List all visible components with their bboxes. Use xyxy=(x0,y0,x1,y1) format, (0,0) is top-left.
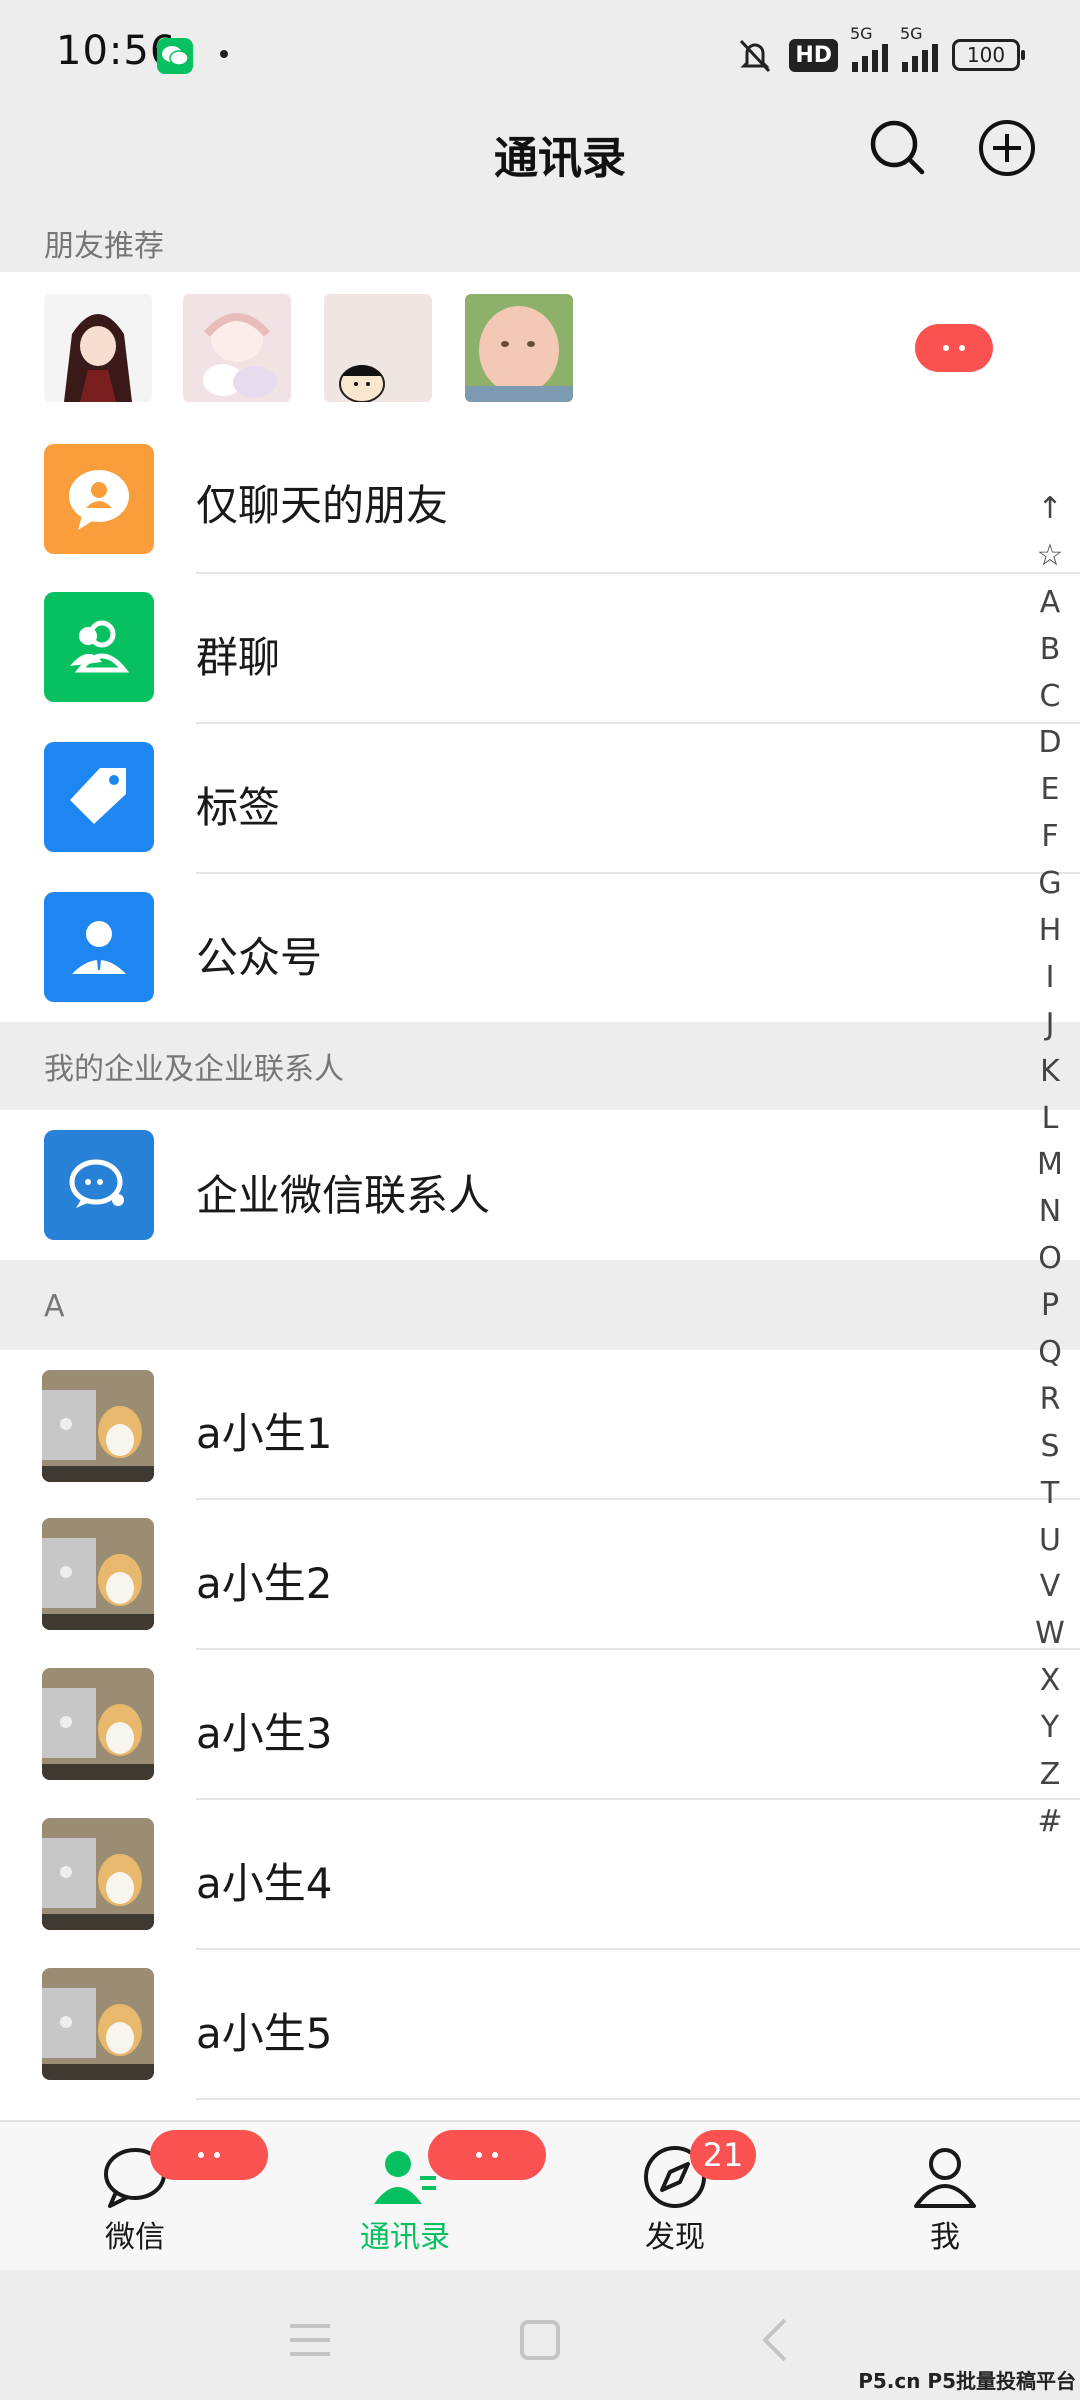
index-letter[interactable]: T xyxy=(1030,1471,1070,1518)
index-letter[interactable]: V xyxy=(1030,1564,1070,1611)
contact-row[interactable]: a小生4 xyxy=(0,1800,1080,1950)
index-letter[interactable]: Z xyxy=(1030,1752,1070,1799)
unread-badge xyxy=(150,2130,268,2180)
index-letter[interactable]: R xyxy=(1030,1377,1070,1424)
index-letter[interactable]: A xyxy=(1030,580,1070,627)
contact-avatar xyxy=(42,1818,154,1930)
back-icon[interactable] xyxy=(745,2310,805,2370)
contact-avatar xyxy=(42,1668,154,1780)
contact-name: a小生2 xyxy=(196,1559,333,1608)
home-icon[interactable] xyxy=(510,2310,570,2370)
index-letter[interactable]: X xyxy=(1030,1658,1070,1705)
contact-row[interactable]: a小生2 xyxy=(0,1500,1080,1650)
row-wecom-contacts[interactable]: 企业微信联系人 xyxy=(0,1110,1080,1260)
wecom-icon xyxy=(44,1130,154,1240)
contact-name: a小生4 xyxy=(196,1859,333,1908)
tab-contacts[interactable]: 通讯录 xyxy=(270,2122,546,2272)
index-letter[interactable]: J xyxy=(1030,1002,1070,1049)
tab-chats[interactable]: 微信 xyxy=(0,2122,270,2272)
index-letter[interactable]: # xyxy=(1030,1799,1070,1846)
notification-dot xyxy=(220,50,228,58)
add-icon[interactable] xyxy=(975,116,1039,180)
person-icon xyxy=(914,2148,976,2208)
watermark: P5.cn P5批量投稿平台 xyxy=(858,2369,1076,2393)
tab-label: 微信 xyxy=(105,2220,165,2255)
index-letter[interactable]: G xyxy=(1030,861,1070,908)
bottom-tab-bar: 微信 通讯录 发现 21 我 xyxy=(0,2120,1080,2270)
menu-label: 群聊 xyxy=(196,633,281,682)
alphabet-index-bar[interactable]: ↑ ☆ A B C D E F G H I J K L M N O P Q R S T U V W X Y Z # xyxy=(1030,486,1070,1846)
divider xyxy=(196,2098,1080,2100)
search-icon[interactable] xyxy=(866,116,930,180)
contact-avatar xyxy=(42,1370,154,1482)
index-letter[interactable]: ☆ xyxy=(1030,533,1070,580)
index-letter[interactable]: E xyxy=(1030,767,1070,814)
contact-avatar xyxy=(42,1968,154,2080)
recommend-avatar-1[interactable] xyxy=(44,294,152,402)
recommend-avatar-4[interactable] xyxy=(465,294,573,402)
tab-label: 通讯录 xyxy=(360,2220,450,2255)
contact-name: a小生1 xyxy=(196,1409,333,1458)
contact-name: a小生3 xyxy=(196,1709,333,1758)
index-letter[interactable]: D xyxy=(1030,720,1070,767)
group-chat-icon xyxy=(44,592,154,702)
row-official-accounts[interactable]: 公众号 xyxy=(0,874,1080,1022)
contact-name: a小生5 xyxy=(196,2009,333,2058)
contact-row[interactable]: a小生3 xyxy=(0,1650,1080,1800)
row-tags[interactable]: 标签 xyxy=(0,724,1080,874)
contact-row[interactable]: a小生1 xyxy=(0,1350,1080,1500)
menu-icon[interactable] xyxy=(280,2310,340,2370)
chat-friend-icon xyxy=(44,444,154,554)
tab-discover[interactable]: 发现 21 xyxy=(540,2122,810,2272)
hd-badge: HD xyxy=(789,38,838,72)
menu-label: 标签 xyxy=(196,783,281,832)
recommend-avatar-2[interactable] xyxy=(183,294,291,402)
menu-label: 企业微信联系人 xyxy=(196,1171,491,1220)
index-letter[interactable]: C xyxy=(1030,674,1070,721)
unread-count-badge: 21 xyxy=(690,2130,756,2180)
signal-2-icon: 5G xyxy=(900,24,938,72)
official-account-icon xyxy=(44,892,154,1002)
tab-label: 发现 xyxy=(645,2220,705,2255)
unread-badge xyxy=(428,2130,546,2180)
index-letter[interactable]: K xyxy=(1030,1049,1070,1096)
section-friend-recommend: 朋友推荐 xyxy=(0,214,1080,272)
index-letter[interactable]: U xyxy=(1030,1518,1070,1565)
menu-label: 公众号 xyxy=(196,933,323,982)
index-letter[interactable]: N xyxy=(1030,1189,1070,1236)
section-enterprise: 我的企业及企业联系人 xyxy=(0,1022,1080,1110)
recommend-avatar-3[interactable] xyxy=(324,294,432,402)
index-letter[interactable]: I xyxy=(1030,955,1070,1002)
index-letter[interactable]: Y xyxy=(1030,1705,1070,1752)
index-letter[interactable]: M xyxy=(1030,1142,1070,1189)
signal-1-icon: 5G xyxy=(850,24,888,72)
contact-avatar xyxy=(42,1518,154,1630)
system-nav-bar: P5.cn P5批量投稿平台 xyxy=(0,2270,1080,2400)
row-group-chat[interactable]: 群聊 xyxy=(0,574,1080,724)
index-letter[interactable]: P xyxy=(1030,1283,1070,1330)
tag-icon xyxy=(44,742,154,852)
tab-label: 我 xyxy=(930,2220,960,2255)
index-letter[interactable]: B xyxy=(1030,627,1070,674)
row-chat-only-friends[interactable]: 仅聊天的朋友 xyxy=(0,412,1080,574)
index-letter[interactable]: S xyxy=(1030,1424,1070,1471)
index-letter[interactable]: F xyxy=(1030,814,1070,861)
index-letter[interactable]: O xyxy=(1030,1236,1070,1283)
index-letter[interactable]: ↑ xyxy=(1030,486,1070,533)
section-letter-a: A xyxy=(0,1262,1080,1350)
status-indicators: HD 5G 5G 100 xyxy=(735,24,1025,80)
index-letter[interactable]: Q xyxy=(1030,1330,1070,1377)
index-letter[interactable]: H xyxy=(1030,908,1070,955)
tab-me[interactable]: 我 xyxy=(810,2122,1080,2272)
status-bar: 10:56 HD 5G 5G 100 xyxy=(0,0,1080,110)
index-letter[interactable]: W xyxy=(1030,1611,1070,1658)
recommend-badge xyxy=(915,324,993,372)
mute-bell-icon xyxy=(740,39,771,73)
index-letter[interactable]: L xyxy=(1030,1096,1070,1143)
contact-row[interactable]: a小生5 xyxy=(0,1950,1080,2120)
wechat-notification-icon xyxy=(157,38,193,74)
battery-icon: 100 xyxy=(952,39,1025,71)
menu-label: 仅聊天的朋友 xyxy=(196,481,449,530)
